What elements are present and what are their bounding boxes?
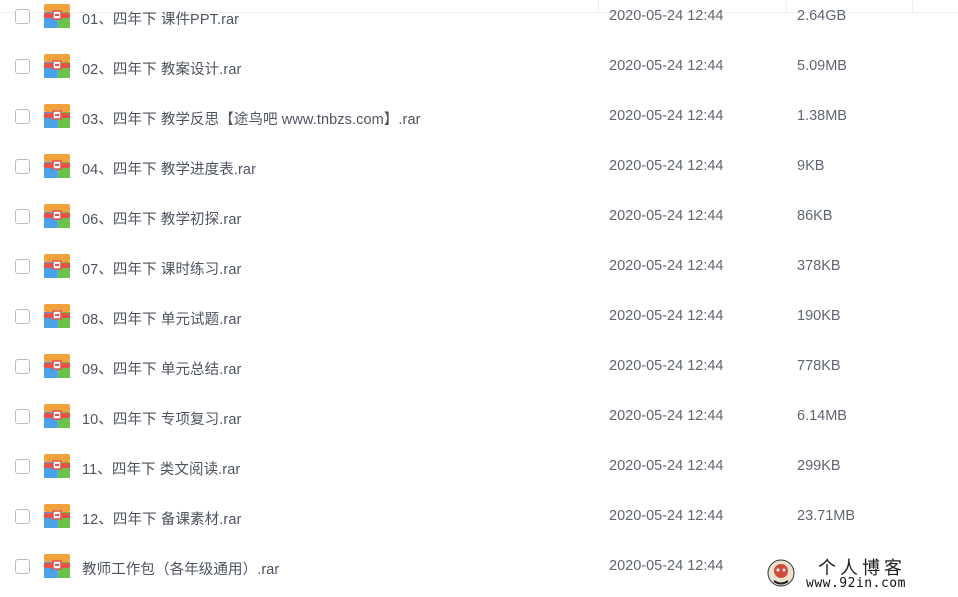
file-size: 378KB [797,258,841,274]
file-row[interactable]: 09、四年下 单元总结.rar 2020-05-24 12:44 778KB [0,343,958,393]
file-row[interactable]: 03、四年下 教学反思【途鸟吧 www.tnbzs.com】.rar 2020-0… [0,93,958,143]
file-row[interactable]: 04、四年下 教学进度表.rar 2020-05-24 12:44 9KB [0,143,958,193]
row-checkbox[interactable] [15,509,30,524]
file-name[interactable]: 教师工作包（各年级通用）.rar [82,558,279,579]
file-name[interactable]: 07、四年下 课时练习.rar [82,258,241,279]
file-row[interactable]: 10、四年下 专项复习.rar 2020-05-24 12:44 6.14MB [0,393,958,443]
file-name[interactable]: 09、四年下 单元总结.rar [82,358,241,379]
file-row[interactable]: 11、四年下 类文阅读.rar 2020-05-24 12:44 299KB [0,443,958,493]
file-size: 2.64GB [797,8,847,24]
file-size: 778KB [797,358,841,374]
file-modified: 2020-05-24 12:44 [609,558,724,574]
watermark: 个人博客 www.92in.com [762,552,958,597]
row-checkbox[interactable] [15,159,30,174]
file-modified: 2020-05-24 12:44 [609,308,724,324]
file-size: 299KB [797,458,841,474]
row-checkbox[interactable] [15,459,30,474]
rar-archive-icon [44,54,70,78]
watermark-url: www.92in.com [806,576,906,591]
rar-archive-icon [44,254,70,278]
file-modified: 2020-05-24 12:44 [609,108,724,124]
file-modified: 2020-05-24 12:44 [609,458,724,474]
file-modified: 2020-05-24 12:44 [609,358,724,374]
file-name[interactable]: 11、四年下 类文阅读.rar [82,458,240,479]
file-name[interactable]: 12、四年下 备课素材.rar [82,508,241,529]
file-name[interactable]: 10、四年下 专项复习.rar [82,408,241,429]
file-size: 5.09MB [797,58,847,74]
file-row[interactable]: 08、四年下 单元试题.rar 2020-05-24 12:44 190KB [0,293,958,343]
file-modified: 2020-05-24 12:44 [609,508,724,524]
file-size: 86KB [797,208,833,224]
file-modified: 2020-05-24 12:44 [609,8,724,24]
rar-archive-icon [44,204,70,228]
row-checkbox[interactable] [15,209,30,224]
file-list: 01、四年下 课件PPT.rar 2020-05-24 12:44 2.64GB 02… [0,0,958,597]
file-name[interactable]: 04、四年下 教学进度表.rar [82,158,256,179]
blog-logo-icon [767,559,795,587]
row-checkbox[interactable] [15,259,30,274]
file-size: 190KB [797,308,841,324]
file-name[interactable]: 02、四年下 教案设计.rar [82,58,241,79]
rar-archive-icon [44,504,70,528]
file-name[interactable]: 08、四年下 单元试题.rar [82,308,241,329]
rar-archive-icon [44,4,70,28]
rar-archive-icon [44,554,70,578]
row-checkbox[interactable] [15,559,30,574]
file-size: 1.38MB [797,108,847,124]
file-row[interactable]: 02、四年下 教案设计.rar 2020-05-24 12:44 5.09MB [0,43,958,93]
rar-archive-icon [44,454,70,478]
row-checkbox[interactable] [15,359,30,374]
file-modified: 2020-05-24 12:44 [609,258,724,274]
row-checkbox[interactable] [15,309,30,324]
file-row[interactable]: 06、四年下 教学初探.rar 2020-05-24 12:44 86KB [0,193,958,243]
file-modified: 2020-05-24 12:44 [609,208,724,224]
rar-archive-icon [44,304,70,328]
file-modified: 2020-05-24 12:44 [609,408,724,424]
row-checkbox[interactable] [15,409,30,424]
rar-archive-icon [44,104,70,128]
file-size: 6.14MB [797,408,847,424]
file-size: 9KB [797,158,825,174]
row-checkbox[interactable] [15,59,30,74]
rar-archive-icon [44,404,70,428]
row-checkbox[interactable] [15,109,30,124]
file-row[interactable]: 12、四年下 备课素材.rar 2020-05-24 12:44 23.71MB [0,493,958,543]
file-row[interactable]: 07、四年下 课时练习.rar 2020-05-24 12:44 378KB [0,243,958,293]
file-name[interactable]: 03、四年下 教学反思【途鸟吧 www.tnbzs.com】.rar [82,108,421,129]
file-row[interactable]: 01、四年下 课件PPT.rar 2020-05-24 12:44 2.64GB [0,0,958,43]
row-checkbox[interactable] [15,9,30,24]
file-modified: 2020-05-24 12:44 [609,158,724,174]
rar-archive-icon [44,154,70,178]
file-modified: 2020-05-24 12:44 [609,58,724,74]
rar-archive-icon [44,354,70,378]
file-name[interactable]: 06、四年下 教学初探.rar [82,208,241,229]
file-name[interactable]: 01、四年下 课件PPT.rar [82,8,239,29]
file-size: 23.71MB [797,508,856,524]
